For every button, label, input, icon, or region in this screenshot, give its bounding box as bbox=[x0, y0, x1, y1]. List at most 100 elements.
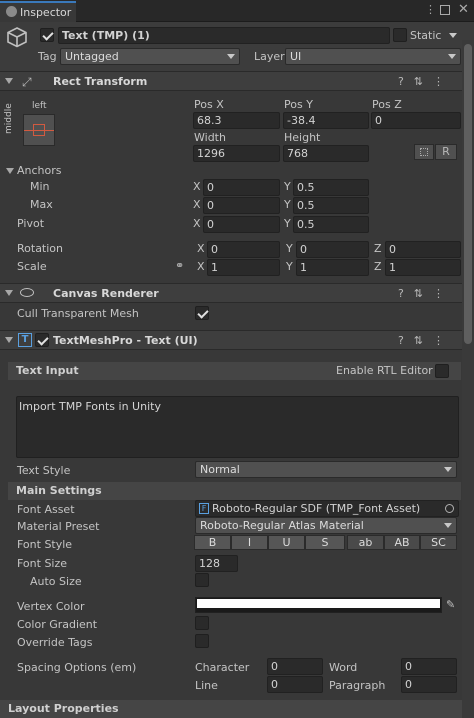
tmp-header[interactable]: T TextMeshPro - Text (UI) ?⇅⋮ bbox=[0, 330, 462, 350]
static-dropdown-icon[interactable] bbox=[449, 33, 457, 38]
scale-z-input[interactable]: 1 bbox=[385, 259, 461, 276]
width-input[interactable]: 1296 bbox=[193, 145, 280, 162]
more-options-icon[interactable]: ⋮ bbox=[425, 3, 436, 16]
canvas-renderer-header[interactable]: Canvas Renderer ?⇅⋮ bbox=[0, 283, 462, 303]
main-settings-label: Main Settings bbox=[16, 484, 102, 497]
text-input-bar: Text Input Enable RTL Editor bbox=[8, 362, 461, 380]
anchors-label: Anchors bbox=[17, 164, 62, 177]
layer-dropdown[interactable]: UI bbox=[285, 48, 461, 65]
active-checkbox[interactable] bbox=[40, 28, 54, 42]
pivot-x-input[interactable]: 0 bbox=[203, 216, 280, 233]
layout-properties-bar[interactable]: Layout Properties bbox=[0, 700, 462, 718]
rot-x-input[interactable]: 0 bbox=[207, 241, 280, 258]
canvas-renderer-title: Canvas Renderer bbox=[53, 287, 159, 300]
line-input[interactable]: 0 bbox=[267, 676, 323, 693]
pos-y-input[interactable]: -38.4 bbox=[283, 112, 369, 129]
paragraph-input[interactable]: 0 bbox=[401, 676, 457, 693]
raw-edit-button[interactable]: R bbox=[435, 144, 457, 160]
anchor-preset-v-label: middle bbox=[4, 103, 14, 134]
scrollbar-thumb[interactable] bbox=[464, 44, 472, 344]
eyedropper-icon[interactable]: ✎ bbox=[446, 598, 455, 611]
object-picker-icon[interactable] bbox=[445, 504, 454, 513]
scale-y-label: Y bbox=[286, 260, 293, 273]
component-actions[interactable]: ?⇅⋮ bbox=[398, 334, 454, 347]
uppercase-button[interactable]: AB bbox=[384, 535, 420, 550]
pivot-y-input[interactable]: 0.5 bbox=[293, 216, 369, 233]
rotation-label: Rotation bbox=[17, 242, 64, 255]
scale-z-label: Z bbox=[374, 260, 382, 273]
scale-label: Scale bbox=[17, 260, 47, 273]
line-label: Line bbox=[195, 679, 218, 692]
rot-x-label: X bbox=[197, 242, 205, 255]
cull-checkbox[interactable] bbox=[195, 306, 209, 320]
font-asset-field[interactable]: F Roboto-Regular SDF (TMP_Font Asset) bbox=[195, 500, 459, 517]
bold-button[interactable]: B bbox=[194, 535, 231, 550]
scale-x-input[interactable]: 1 bbox=[207, 259, 280, 276]
fold-arrow-icon[interactable] bbox=[5, 78, 13, 84]
eye-icon bbox=[20, 288, 34, 297]
pivot-y-label: Y bbox=[284, 217, 291, 230]
font-asset-icon: F bbox=[199, 503, 209, 514]
anchor-preset-button[interactable] bbox=[23, 114, 55, 146]
min-y-input[interactable]: 0.5 bbox=[293, 179, 369, 196]
color-gradient-checkbox[interactable] bbox=[195, 616, 209, 630]
max-y-label: Y bbox=[284, 198, 291, 211]
fold-arrow-icon[interactable] bbox=[5, 290, 13, 296]
vertex-color-field[interactable] bbox=[195, 597, 442, 613]
lowercase-button[interactable]: ab bbox=[347, 535, 384, 550]
tmp-enabled-checkbox[interactable] bbox=[35, 333, 49, 347]
component-actions[interactable]: ?⇅⋮ bbox=[398, 75, 454, 88]
text-input-value: Import TMP Fonts in Unity bbox=[19, 400, 161, 413]
underline-button[interactable]: U bbox=[268, 535, 305, 550]
character-input[interactable]: 0 bbox=[267, 658, 323, 675]
font-asset-label: Font Asset bbox=[17, 503, 75, 516]
rect-transform-title: Rect Transform bbox=[53, 75, 148, 88]
strikethrough-button[interactable]: S bbox=[305, 535, 345, 550]
component-actions[interactable]: ?⇅⋮ bbox=[398, 287, 454, 300]
max-y-input[interactable]: 0.5 bbox=[293, 197, 369, 214]
chevron-down-icon bbox=[448, 54, 456, 59]
smallcaps-button[interactable]: SC bbox=[420, 535, 457, 550]
material-preset-dropdown[interactable]: Roboto-Regular Atlas Material bbox=[195, 517, 457, 534]
max-label: Max bbox=[30, 198, 53, 211]
pivot-label: Pivot bbox=[17, 217, 45, 230]
text-input-area[interactable]: Import TMP Fonts in Unity bbox=[16, 396, 459, 458]
rect-transform-header[interactable]: ⤢ Rect Transform ?⇅⋮ bbox=[0, 71, 462, 91]
scale-x-label: X bbox=[197, 260, 205, 273]
override-tags-checkbox[interactable] bbox=[195, 634, 209, 648]
font-size-input[interactable]: 128 bbox=[195, 555, 238, 572]
rot-z-input[interactable]: 0 bbox=[385, 241, 461, 258]
min-x-input[interactable]: 0 bbox=[203, 179, 280, 196]
link-icon[interactable]: ⚭ bbox=[175, 259, 184, 272]
height-input[interactable]: 768 bbox=[283, 145, 369, 162]
close-icon[interactable]: ✕ bbox=[458, 2, 469, 17]
chevron-down-icon bbox=[444, 467, 452, 472]
fold-arrow-icon[interactable] bbox=[5, 337, 13, 343]
font-size-label: Font Size bbox=[17, 557, 68, 570]
static-checkbox[interactable] bbox=[393, 28, 407, 42]
override-tags-label: Override Tags bbox=[17, 636, 93, 649]
chevron-down-icon bbox=[444, 523, 452, 528]
layout-properties-label: Layout Properties bbox=[8, 702, 119, 715]
anchors-fold-icon[interactable] bbox=[6, 168, 14, 174]
info-icon bbox=[6, 6, 17, 17]
scale-y-input[interactable]: 1 bbox=[296, 259, 369, 276]
object-name-input[interactable]: Text (TMP) (1) bbox=[58, 27, 390, 44]
static-label: Static bbox=[410, 29, 442, 42]
pos-z-input[interactable]: 0 bbox=[371, 112, 461, 129]
rot-z-label: Z bbox=[374, 242, 382, 255]
tag-dropdown[interactable]: Untagged bbox=[60, 48, 240, 65]
italic-button[interactable]: I bbox=[231, 535, 268, 550]
inspector-tab[interactable]: Inspector bbox=[0, 1, 76, 22]
blueprint-button[interactable] bbox=[414, 144, 434, 160]
maximize-icon[interactable] bbox=[440, 5, 450, 15]
text-style-dropdown[interactable]: Normal bbox=[195, 461, 457, 478]
pos-x-input[interactable]: 68.3 bbox=[193, 112, 280, 129]
material-preset-label: Material Preset bbox=[17, 520, 100, 533]
auto-size-checkbox[interactable] bbox=[195, 573, 209, 587]
rot-y-input[interactable]: 0 bbox=[296, 241, 369, 258]
word-input[interactable]: 0 bbox=[401, 658, 457, 675]
rtl-checkbox[interactable] bbox=[435, 364, 449, 378]
max-x-input[interactable]: 0 bbox=[203, 197, 280, 214]
min-x-label: X bbox=[193, 180, 201, 193]
